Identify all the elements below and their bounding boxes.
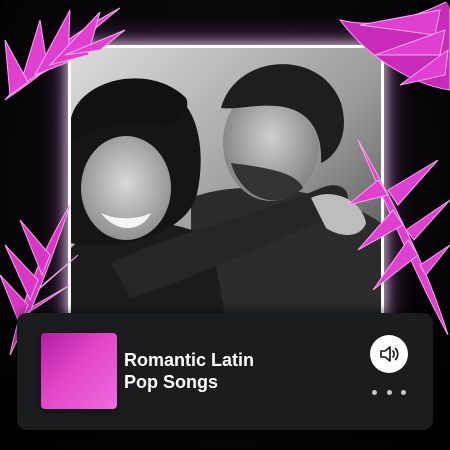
more-options-button[interactable] (372, 384, 406, 400)
palm-leaf-top-left-icon (4, 7, 126, 101)
speaker-volume-icon (380, 346, 399, 362)
playlist-cover: Romantic Latin Pop Songs (0, 0, 450, 450)
playlist-title-line-2: Pop Songs (124, 372, 218, 392)
playlist-title: Romantic Latin Pop Songs (124, 349, 364, 393)
more-options-dot-icon (386, 389, 392, 395)
palm-leaf-top-right-icon (338, 0, 450, 91)
more-options-dot-icon (401, 389, 406, 395)
playlist-info-card: Romantic Latin Pop Songs (17, 313, 433, 430)
palm-leaf-right-icon (348, 140, 450, 335)
playlist-title-line-1: Romantic Latin (124, 350, 255, 370)
more-options-dot-icon (372, 389, 377, 395)
playlist-thumbnail[interactable] (41, 333, 117, 409)
volume-button[interactable] (370, 335, 408, 373)
